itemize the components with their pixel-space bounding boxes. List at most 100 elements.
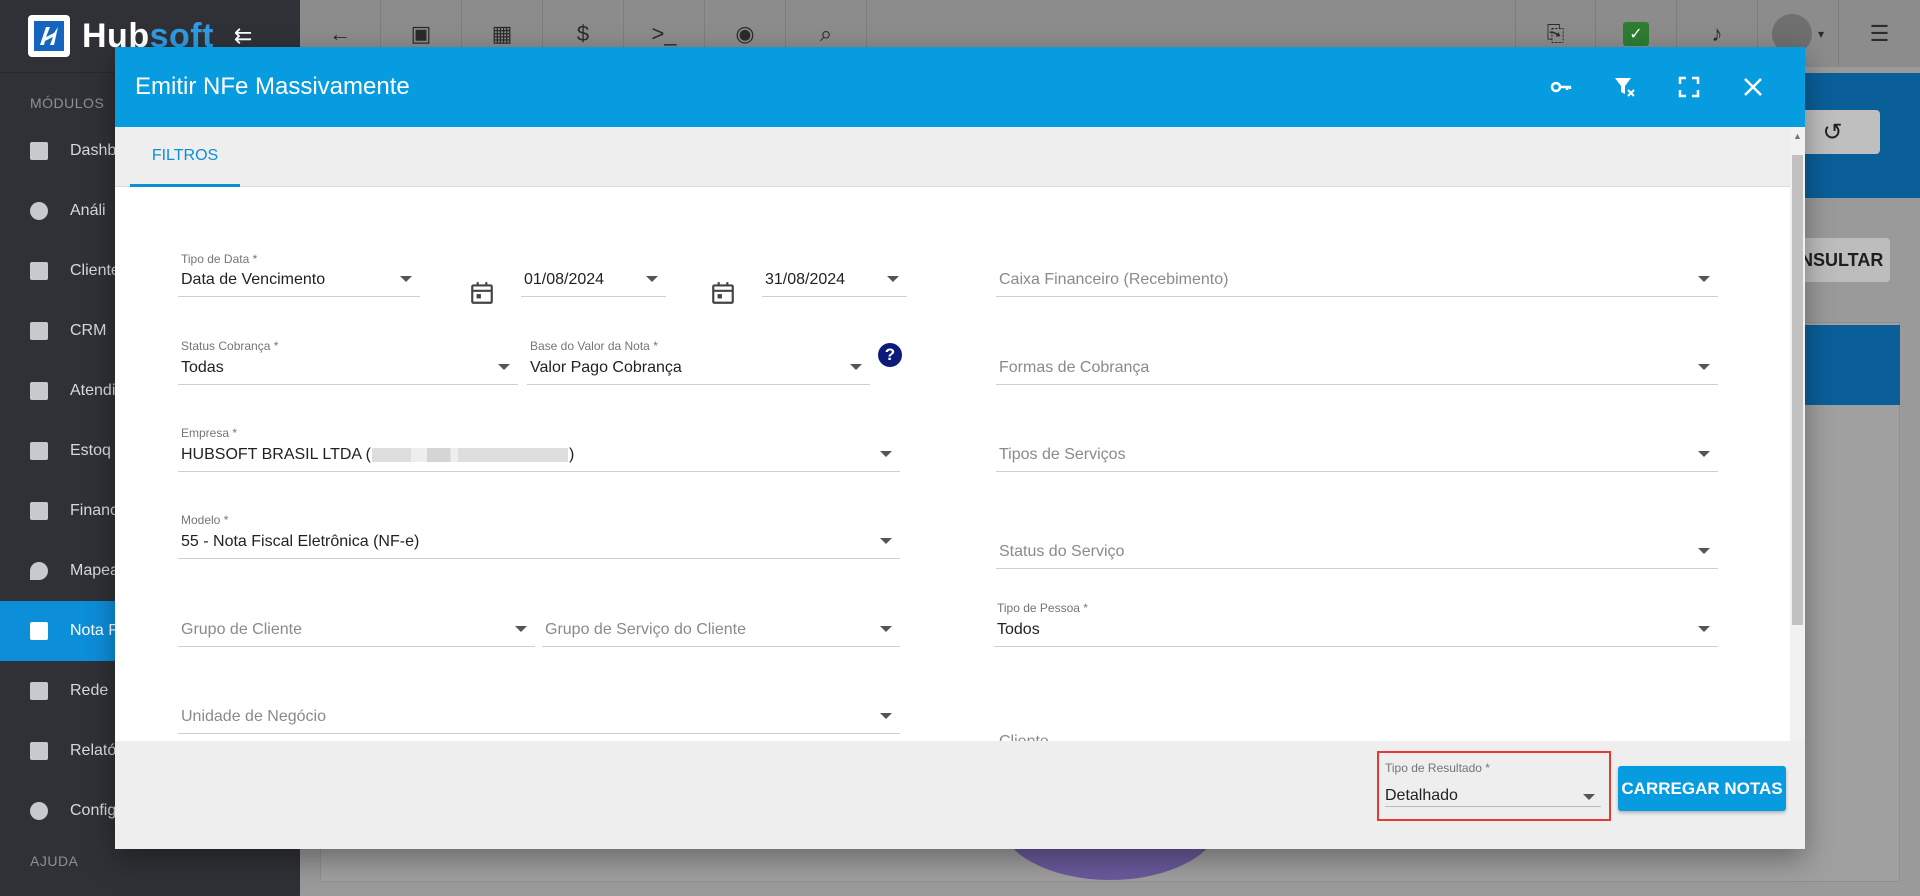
gear-icon [30, 802, 48, 820]
field-value: Valor Pago Cobrança [530, 359, 682, 376]
tipo-data-select[interactable]: Tipo de Data * Data de Vencimento [178, 252, 420, 297]
field-placeholder: Formas de Cobrança [999, 359, 1150, 376]
carregar-notas-button[interactable]: CARREGAR NOTAS [1618, 766, 1786, 811]
field-placeholder: Caixa Financeiro (Recebimento) [999, 271, 1229, 288]
redacted-cnpj [371, 447, 568, 462]
box-icon [30, 442, 48, 460]
field-label: Empresa * [181, 426, 238, 440]
dropdown-arrow-icon [1583, 794, 1595, 800]
tabs-bar: FILTROS [115, 127, 1790, 187]
field-value: 55 - Nota Fiscal Eletrônica (NF-e) [181, 533, 420, 550]
field-value: Data de Vencimento [181, 271, 326, 288]
dropdown-arrow-icon [887, 276, 899, 282]
field-label: Tipo de Resultado * [1385, 761, 1490, 775]
grupo-servico-cliente-select[interactable]: Grupo de Serviço do Cliente [542, 617, 900, 647]
fullscreen-button[interactable] [1657, 47, 1721, 127]
sidebar-item-label: CRM [70, 322, 107, 339]
dropdown-arrow-icon [646, 276, 658, 282]
dropdown-arrow-icon [1698, 626, 1710, 632]
hubsoft-logo-icon [28, 15, 70, 57]
dropdown-arrow-icon [880, 626, 892, 632]
invoice-icon [30, 622, 48, 640]
help-icon[interactable]: ? [878, 343, 902, 367]
field-placeholder: Tipos de Serviços [999, 446, 1126, 463]
arrow-left-icon: ← [329, 20, 351, 46]
calendar-icon[interactable] [469, 280, 495, 306]
field-value: HUBSOFT BRASIL LTDA () [181, 446, 575, 463]
eye-icon: ◉ [735, 20, 755, 46]
close-icon [1744, 78, 1762, 96]
filter-clear-icon [1615, 78, 1635, 97]
contact-card-icon [30, 262, 48, 280]
calendar-clock-icon: ▦ [491, 20, 513, 46]
grupo-cliente-select[interactable]: Grupo de Cliente [178, 617, 535, 647]
sidebar-item-label: Análi [70, 202, 106, 219]
empresa-select[interactable]: Empresa * HUBSOFT BRASIL LTDA () [178, 426, 900, 472]
field-placeholder: Grupo de Serviço do Cliente [545, 621, 746, 638]
base-valor-nota-select[interactable]: Base do Valor da Nota * Valor Pago Cobra… [527, 339, 870, 385]
search-icon: ⌕ [819, 20, 833, 46]
modal-footer: Tipo de Resultado * Detalhado CARREGAR N… [115, 741, 1805, 849]
emitir-nfe-modal: Emitir NFe Massivamente FILTROS Tipo de … [115, 47, 1805, 849]
field-value: 01/08/2024 [524, 271, 605, 288]
cliente-select[interactable]: Cliente [996, 727, 1718, 741]
dropdown-arrow-icon [498, 364, 510, 370]
scroll-up-icon[interactable]: ▲ [1793, 131, 1802, 141]
sidebar-item-label: Financ [70, 502, 119, 519]
dropdown-arrow-icon [880, 451, 892, 457]
calendar-clock-icon [30, 382, 48, 400]
contact-card-icon: ▣ [410, 20, 432, 46]
sidebar-item-label: Relató [70, 742, 117, 759]
tipo-pessoa-select[interactable]: Tipo de Pessoa * Todos [994, 601, 1718, 647]
modelo-select[interactable]: Modelo * 55 - Nota Fiscal Eletrônica (NF… [178, 513, 900, 559]
tipo-resultado-select[interactable]: Tipo de Resultado * Detalhado [1377, 751, 1611, 821]
history-icon: ↺ [1822, 118, 1843, 146]
sidebar-item-label: Mapea [70, 562, 119, 579]
modal-body: FILTROS Tipo de Data * Data de Venciment… [115, 127, 1790, 741]
close-button[interactable] [1721, 47, 1785, 127]
dropdown-arrow-icon [515, 626, 527, 632]
fullscreen-icon [1678, 76, 1700, 98]
key-icon [1550, 81, 1572, 93]
grid-icon [30, 142, 48, 160]
modal-header: Emitir NFe Massivamente [115, 47, 1805, 127]
field-placeholder: Grupo de Cliente [181, 621, 302, 638]
status-servico-select[interactable]: Status do Serviço [996, 539, 1718, 569]
dropdown-arrow-icon [1698, 548, 1710, 554]
caixa-financeiro-select[interactable]: Caixa Financeiro (Recebimento) [996, 267, 1718, 297]
data-fim-input[interactable]: 31/08/2024 [762, 267, 907, 297]
tab-filtros[interactable]: FILTROS [130, 127, 240, 187]
field-value: Todos [997, 621, 1040, 638]
data-inicio-input[interactable]: 01/08/2024 [521, 267, 666, 297]
scrollbar-thumb[interactable] [1792, 155, 1803, 625]
background-card-band [1800, 325, 1900, 405]
field-label: Modelo * [181, 513, 229, 527]
collapse-menu-icon[interactable]: ⇇ [234, 23, 252, 49]
status-cobranca-select[interactable]: Status Cobrança * Todas [178, 339, 518, 385]
modal-scrollbar[interactable]: ▲ [1790, 127, 1805, 741]
field-value: Detalhado [1385, 787, 1458, 804]
formas-cobranca-select[interactable]: Formas de Cobrança [996, 355, 1718, 385]
list-menu-button[interactable]: ☰ [1839, 0, 1920, 67]
money-icon [30, 502, 48, 520]
report-icon [30, 742, 48, 760]
chat-check-icon: ✓ [1623, 21, 1649, 46]
sidebar-item-label: Atendi [70, 382, 116, 399]
sidebar-item-label: Rede [70, 682, 109, 699]
field-label: Tipo de Pessoa * [997, 601, 1088, 615]
tipos-servicos-select[interactable]: Tipos de Serviços [996, 442, 1718, 472]
chevron-down-icon: ▾ [1817, 26, 1825, 41]
field-label: Tipo de Data * [181, 252, 258, 266]
calendar-icon[interactable] [710, 280, 736, 306]
dropdown-arrow-icon [1698, 364, 1710, 370]
clear-filter-button[interactable] [1593, 47, 1657, 127]
dropdown-arrow-icon [880, 538, 892, 544]
sidebar-item-label: Nota F [70, 622, 119, 639]
key-button[interactable] [1529, 47, 1593, 127]
modal-title: Emitir NFe Massivamente [135, 73, 410, 100]
unidade-negocio-select[interactable]: Unidade de Negócio [178, 704, 900, 734]
dropdown-arrow-icon [850, 364, 862, 370]
sidebar-item-label: Estoq [70, 442, 111, 459]
field-value: Todas [181, 359, 224, 376]
chart-pie-icon [30, 202, 48, 220]
